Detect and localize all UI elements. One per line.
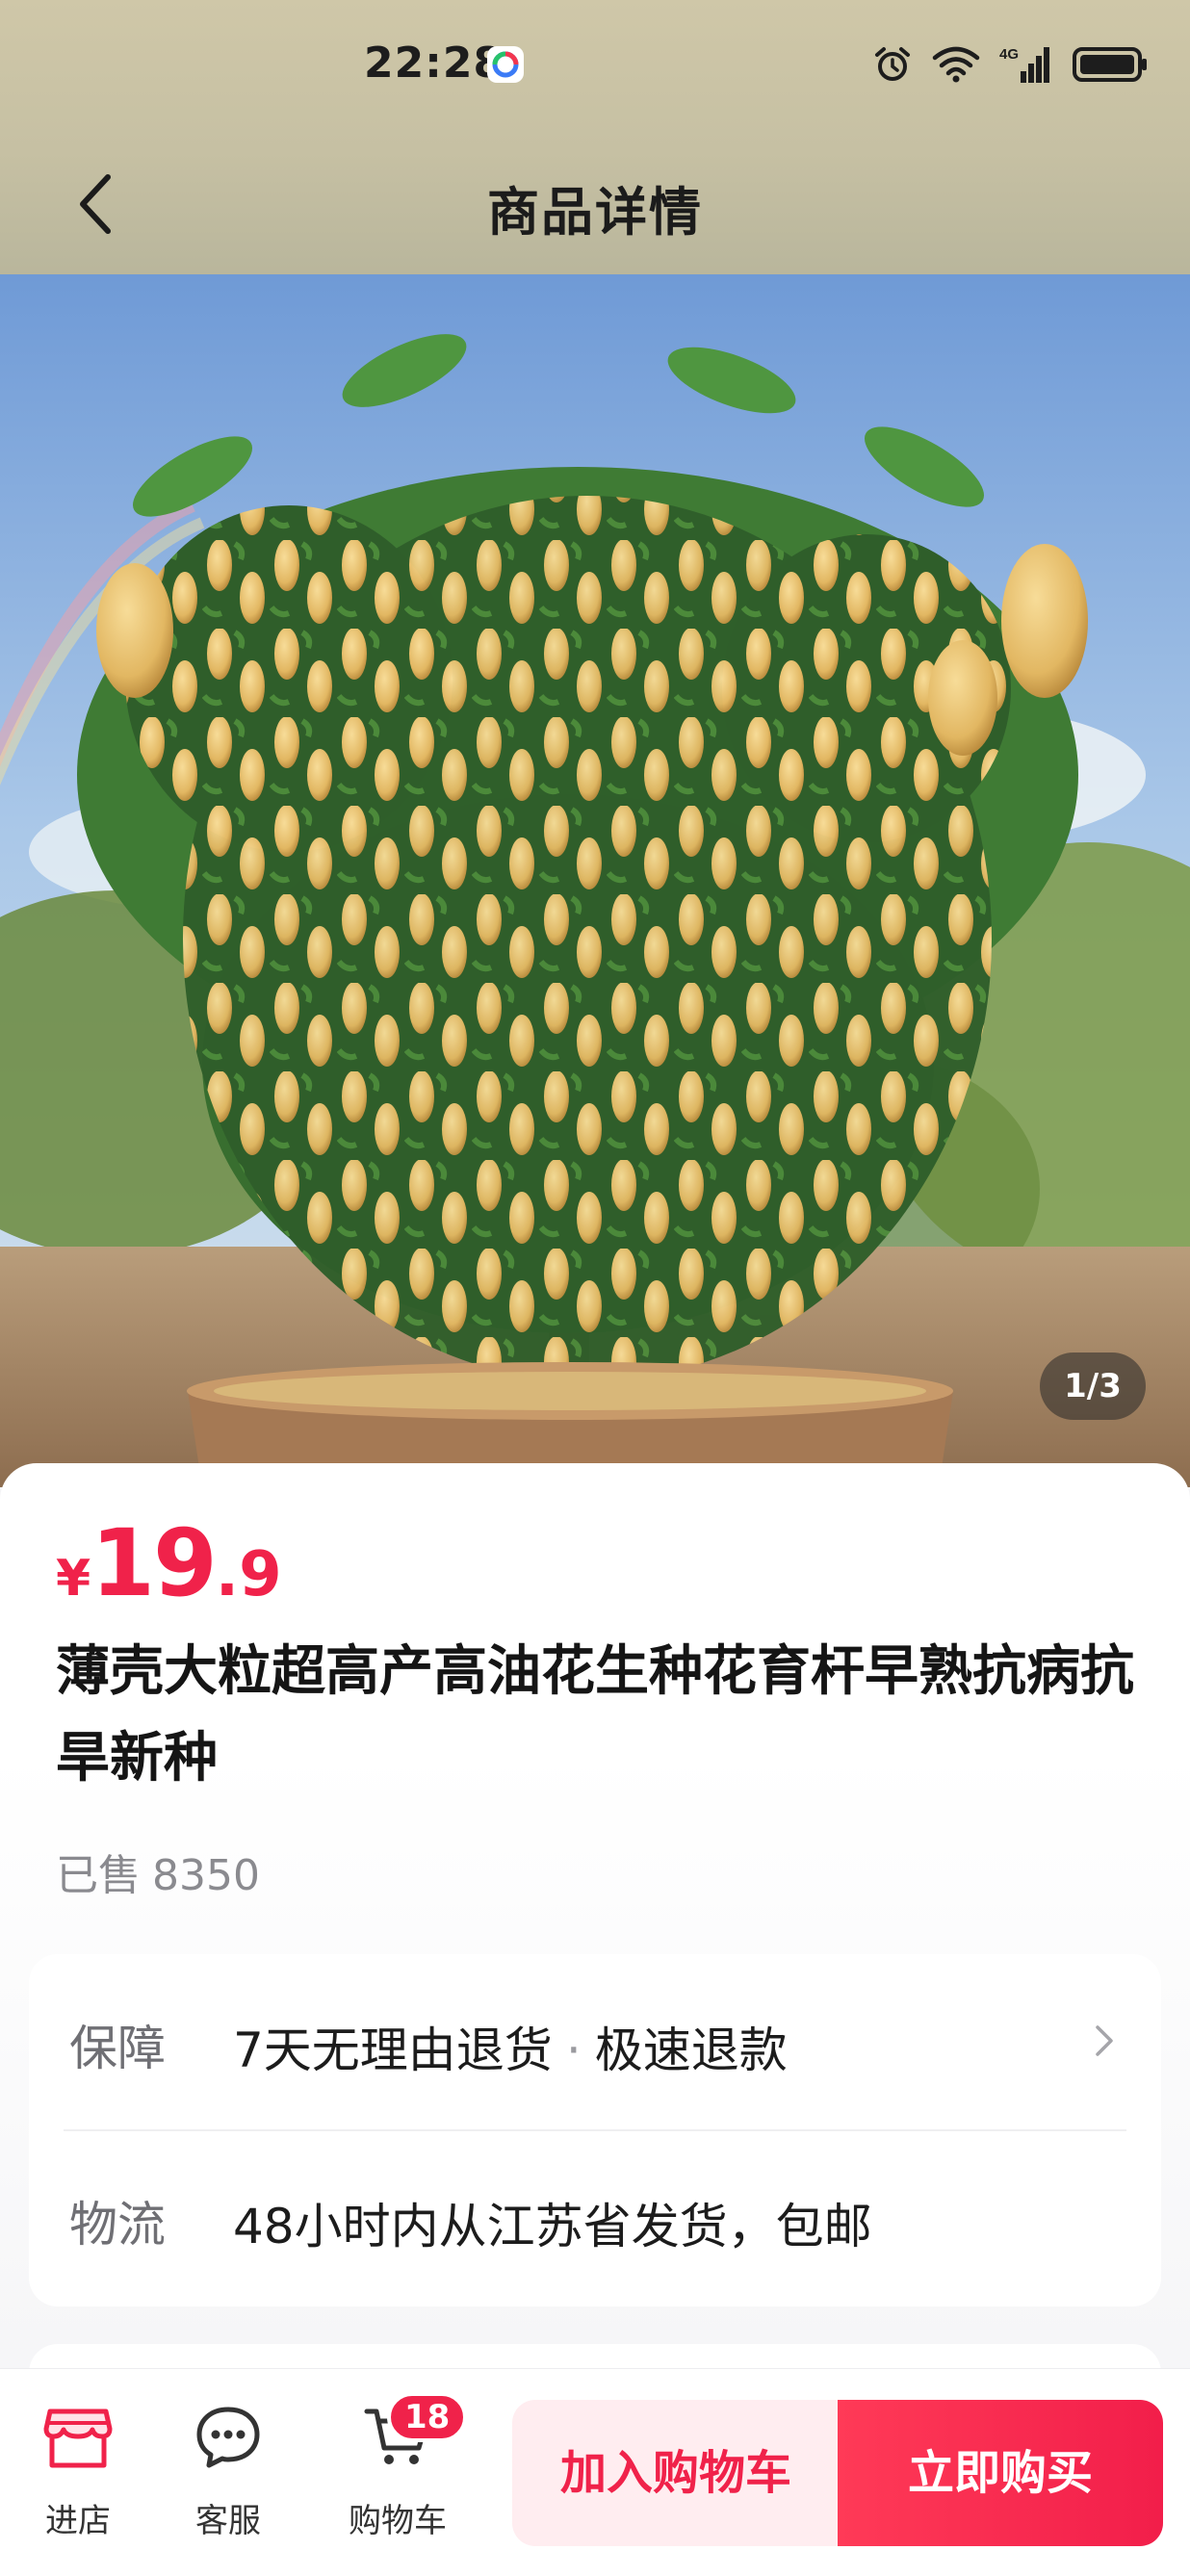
bottom-action-bar: 进店 客服 购物车 18 加入购物车 立即购买 — [0, 2368, 1190, 2576]
price-integer: 19 — [91, 1509, 218, 1617]
app-notification-icon — [487, 46, 524, 83]
top-header: 22:28 4G 商品详情 — [0, 0, 1190, 274]
store-button[interactable]: 进店 — [15, 2388, 141, 2540]
guarantee-return-policy: 7天无理由退货 — [233, 2022, 553, 2078]
chevron-right-icon — [1096, 2025, 1113, 2056]
page-title: 商品详情 — [487, 182, 703, 243]
guarantee-row[interactable]: 保障 7天无理由退货 · 极速退款 — [29, 1954, 1161, 2127]
cellular-signal-icon: 4G — [999, 46, 1049, 83]
store-icon — [43, 2409, 113, 2468]
store-label: 进店 — [45, 2502, 111, 2540]
navigation-bar: 商品详情 — [0, 144, 1190, 260]
customer-service-button[interactable]: 客服 — [166, 2388, 291, 2540]
price: ¥19.9 — [56, 1509, 282, 1617]
logistics-row: 物流 48小时内从江苏省发货，包邮 — [29, 2130, 1161, 2304]
sold-count: 已售 8350 — [56, 1841, 260, 1902]
product-info-card: ¥19.9 薄壳大粒超高产高油花生种花育杆早熟抗病抗旱新种 已售 8350 保障 … — [0, 1463, 1190, 2440]
cart-count-badge: 18 — [387, 2392, 468, 2442]
add-to-cart-button[interactable]: 加入购物车 — [512, 2400, 840, 2546]
chat-bubble-icon — [196, 2407, 260, 2468]
logistics-value: 48小时内从江苏省发货，包邮 — [233, 2199, 872, 2254]
peanut-tree-image — [0, 274, 1190, 1487]
svg-text:4G: 4G — [999, 46, 1019, 63]
price-decimal: .9 — [215, 1539, 282, 1610]
price-currency-symbol: ¥ — [56, 1550, 91, 1608]
status-icons: 4G — [872, 40, 1150, 89]
status-time: 22:28 — [364, 39, 504, 88]
buy-now-button[interactable]: 立即购买 — [838, 2400, 1163, 2546]
battery-icon — [1073, 47, 1147, 82]
customer-service-label: 客服 — [195, 2502, 261, 2540]
guarantee-refund: 极速退款 — [594, 2022, 788, 2078]
sold-number: 8350 — [152, 1851, 260, 1900]
guarantee-separator: · — [565, 2022, 582, 2078]
image-page-indicator: 1/3 — [1040, 1352, 1146, 1420]
wifi-icon — [932, 46, 980, 83]
logistics-label: 物流 — [69, 2197, 166, 2253]
alarm-icon — [875, 47, 910, 81]
sold-label: 已售 — [56, 1851, 141, 1900]
guarantee-value: 7天无理由退货 · 极速退款 — [233, 2012, 788, 2081]
guarantee-label: 保障 — [69, 2021, 166, 2076]
product-image-gallery[interactable] — [0, 274, 1190, 1487]
product-title: 薄壳大粒超高产高油花生种花育杆早熟抗病抗旱新种 — [56, 1640, 1134, 1790]
service-info-card: 保障 7天无理由退货 · 极速退款 物流 48小时内从江苏省发货，包邮 — [29, 1954, 1161, 2306]
cart-label: 购物车 — [349, 2502, 447, 2540]
status-bar: 22:28 4G — [0, 0, 1190, 130]
